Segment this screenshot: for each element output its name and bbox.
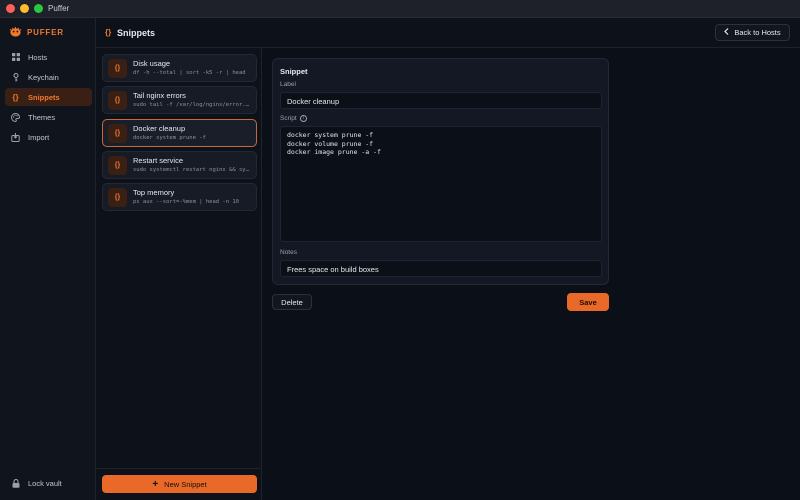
page-title: Snippets xyxy=(117,28,156,38)
puffer-logo-icon xyxy=(9,26,22,37)
title-bar: Puffer xyxy=(0,0,800,18)
snippet-item-disk-usage[interactable]: {} Disk usage df -h --total | sort -k5 -… xyxy=(102,54,257,82)
brand-name: PUFFER xyxy=(27,27,64,37)
window-title: Puffer xyxy=(48,4,70,13)
snippet-command: sudo tail -f /var/log/nginx/error.log xyxy=(133,102,251,108)
script-line: docker volume prune -f xyxy=(287,139,374,148)
snippet-command: ps aux --sort=-%mem | head -n 10 xyxy=(133,199,239,205)
snippet-item-top-memory[interactable]: {} Top memory ps aux --sort=-%mem | head… xyxy=(102,183,257,211)
notes-input[interactable]: Frees space on build boxes xyxy=(280,260,602,277)
plus-icon: + xyxy=(152,478,159,490)
snippet-item-restart-service[interactable]: {} Restart service sudo systemctl restar… xyxy=(102,151,257,179)
snippet-name: Disk usage xyxy=(133,59,171,68)
notes-field-label: Notes xyxy=(280,249,297,256)
snippet-name: Tail nginx errors xyxy=(133,91,186,100)
snippet-item-docker-cleanup[interactable]: {} Docker cleanup docker system prune -f xyxy=(102,119,257,147)
lock-vault-label: Lock vault xyxy=(28,478,62,488)
sidebar-item-import[interactable]: Import xyxy=(5,128,92,146)
snippet-name: Top memory xyxy=(133,188,175,197)
braces-icon: {} xyxy=(108,188,127,207)
sidebar-item-hosts[interactable]: Hosts xyxy=(5,48,92,66)
braces-icon: {} xyxy=(108,59,127,78)
script-field-label: Script i xyxy=(280,115,307,122)
snippet-command: df -h --total | sort -k5 -r | head xyxy=(133,70,246,76)
snippet-item-tail-nginx-errors[interactable]: {} Tail nginx errors sudo tail -f /var/l… xyxy=(102,86,257,114)
script-field-label-text: Script xyxy=(280,115,297,122)
braces-icon: {} xyxy=(108,124,127,143)
sidebar-item-label: Hosts xyxy=(28,52,48,62)
snippet-list: {} Disk usage df -h --total | sort -k5 -… xyxy=(96,48,262,500)
lock-icon xyxy=(11,478,20,488)
minimize-window-button[interactable] xyxy=(20,4,29,13)
import-icon xyxy=(11,132,20,142)
braces-icon: {} xyxy=(108,156,127,175)
label-field-label-text: Label xyxy=(280,81,296,88)
brand: PUFFER xyxy=(9,26,64,38)
braces-icon: {} xyxy=(108,91,127,110)
close-window-button[interactable] xyxy=(6,4,15,13)
snippet-editor-card: Snippet Label Docker cleanup Script i do… xyxy=(272,58,609,285)
delete-button[interactable]: Delete xyxy=(272,294,312,310)
script-line: docker image prune -a -f xyxy=(287,148,381,156)
lock-vault-button[interactable]: Lock vault xyxy=(5,475,62,491)
palette-icon xyxy=(11,112,20,122)
divider xyxy=(96,468,262,469)
sidebar-item-snippets[interactable]: {} Snippets xyxy=(5,88,92,106)
info-icon[interactable]: i xyxy=(299,115,307,122)
new-snippet-button[interactable]: + New Snippet xyxy=(102,475,257,493)
card-title: Snippet xyxy=(280,67,308,76)
chevron-left-icon xyxy=(724,28,729,37)
script-textarea[interactable]: docker system prune -f docker volume pru… xyxy=(280,126,602,242)
snippet-command: sudo systemctl restart nginx && systemct… xyxy=(133,167,251,173)
sidebar-item-label: Import xyxy=(28,132,50,142)
sidebar: PUFFER Hosts Keychain {} Snippets Themes… xyxy=(0,18,96,500)
grid-icon xyxy=(11,53,20,62)
back-to-hosts-label: Back to Hosts xyxy=(734,28,781,37)
label-input[interactable]: Docker cleanup xyxy=(280,92,602,109)
braces-icon: {} xyxy=(12,92,19,102)
save-button[interactable]: Save xyxy=(567,293,609,311)
sidebar-item-keychain[interactable]: Keychain xyxy=(5,68,92,86)
snippet-name: Docker cleanup xyxy=(133,124,186,133)
new-snippet-label: New Snippet xyxy=(164,479,207,489)
script-line: docker system prune -f xyxy=(287,131,374,139)
braces-icon: {} xyxy=(105,28,112,37)
sidebar-item-label: Keychain xyxy=(28,72,59,82)
zoom-window-button[interactable] xyxy=(34,4,43,13)
label-field-label: Label xyxy=(280,81,296,88)
snippet-command: docker system prune -f xyxy=(133,135,206,141)
back-to-hosts-button[interactable]: Back to Hosts xyxy=(715,24,790,41)
sidebar-item-themes[interactable]: Themes xyxy=(5,108,92,126)
notes-field-label-text: Notes xyxy=(280,249,297,256)
page-header: {} Snippets Back to Hosts xyxy=(96,18,800,48)
snippet-name: Restart service xyxy=(133,156,184,165)
key-icon xyxy=(11,72,20,82)
sidebar-item-label: Snippets xyxy=(28,92,60,102)
sidebar-item-label: Themes xyxy=(28,112,56,122)
